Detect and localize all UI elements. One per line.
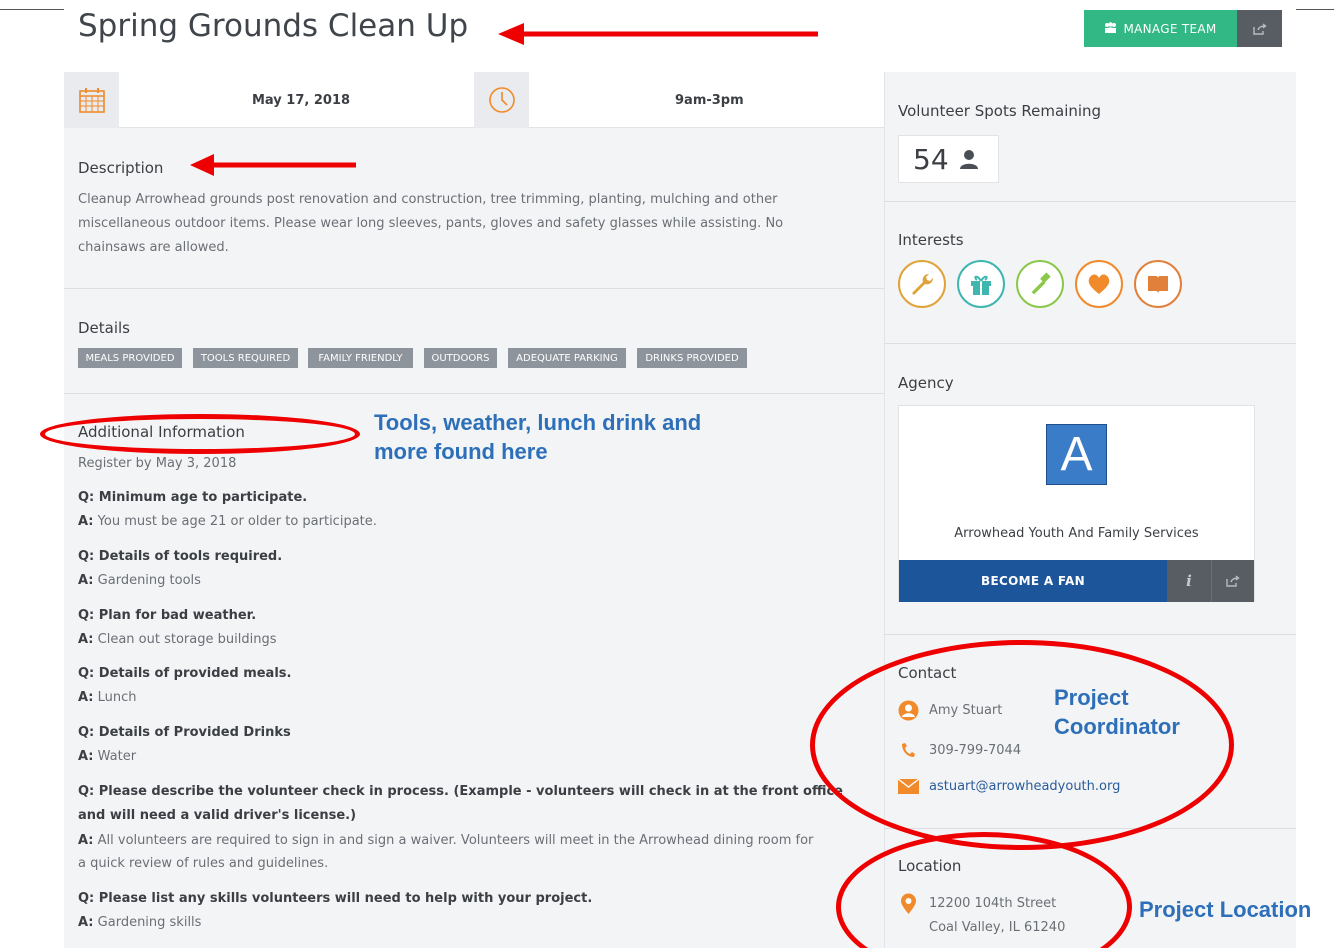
divider [884, 634, 1296, 635]
agency-name[interactable]: Arrowhead Youth And Family Services [899, 526, 1254, 541]
clock-icon [488, 87, 515, 113]
person-icon [959, 150, 978, 169]
qa-question: Q: Please describe the volunteer check i… [78, 784, 843, 799]
qa-question: Q: Minimum age to participate. [78, 490, 308, 505]
agency-heading: Agency [898, 374, 954, 392]
annotation-arrow-description [190, 154, 356, 176]
date-time-row: May 17, 2018 9am-3pm [64, 72, 884, 128]
tag-outdoors: OUTDOORS [424, 348, 497, 368]
event-date: May 17, 2018 [252, 93, 351, 108]
share-icon [1252, 22, 1267, 35]
description-line: chainsaws are allowed. [78, 240, 229, 255]
qa-question-continued: and will need a valid driver's license.) [78, 808, 357, 823]
page-title: Spring Grounds Clean Up [78, 8, 469, 44]
divider [884, 343, 1296, 344]
hammer-icon [1031, 272, 1051, 295]
book-interest[interactable] [1134, 260, 1182, 308]
annotation-note-location: Project Location [1139, 897, 1312, 922]
spots-remaining-box: 54 [898, 135, 999, 183]
qa-answer: A: All volunteers are required to sign i… [78, 833, 814, 848]
tag-family-friendly: FAMILY FRIENDLY [308, 348, 413, 368]
heart-interest[interactable] [1075, 260, 1123, 308]
qa-question: Q: Details of tools required. [78, 549, 283, 564]
qa-question: Q: Details of Provided Drinks [78, 725, 291, 740]
qa-question: Q: Plan for bad weather. [78, 608, 257, 623]
manage-team-button[interactable]: MANAGE TEAM [1084, 10, 1237, 47]
share-icon [1226, 575, 1240, 587]
heart-icon [1088, 274, 1110, 294]
agency-card: A Arrowhead Youth And Family Services BE… [898, 405, 1255, 602]
qa-answer: A: Lunch [78, 690, 137, 705]
divider [884, 201, 1296, 202]
description-line: Cleanup Arrowhead grounds post renovatio… [78, 192, 778, 207]
qa-question: Q: Details of provided meals. [78, 666, 292, 681]
tag-meals-provided: MEALS PROVIDED [78, 348, 182, 368]
wrench-icon [912, 273, 934, 295]
annotation-ellipse-additional-info [40, 414, 360, 454]
become-a-fan-button[interactable]: BECOME A FAN [899, 560, 1167, 602]
qa-question: Q: Please list any skills volunteers wil… [78, 891, 593, 906]
book-icon [1148, 276, 1168, 293]
calendar-icon [78, 88, 105, 113]
description-text: Cleanup Arrowhead grounds post renovatio… [78, 188, 868, 260]
annotation-note-tools: Tools, weather, lunch drink and more fou… [374, 410, 702, 464]
qa-answer: A: Clean out storage buildings [78, 632, 277, 647]
tag-tools-required: TOOLS REQUIRED [193, 348, 298, 368]
annotation-ellipse-contact [810, 640, 1234, 850]
agency-share-button[interactable] [1211, 560, 1254, 602]
hammer-interest[interactable] [1016, 260, 1064, 308]
share-button[interactable] [1237, 10, 1282, 47]
qa-answer: A: You must be age 21 or older to partic… [78, 514, 377, 529]
info-icon: i [1186, 572, 1192, 590]
qa-answer: A: Water [78, 749, 137, 764]
register-by-text: Register by May 3, 2018 [78, 456, 237, 471]
info-button[interactable]: i [1167, 560, 1211, 602]
spots-count: 54 [913, 142, 949, 176]
annotation-note-coordinator: Project Coordinator [1054, 685, 1180, 739]
wrench-interest[interactable] [898, 260, 946, 308]
calendar-icon-box [64, 72, 119, 128]
interests-heading: Interests [898, 231, 964, 249]
annotation-arrow-title [498, 23, 818, 45]
description-heading: Description [78, 159, 164, 177]
event-time: 9am-3pm [675, 93, 744, 108]
gift-interest[interactable] [957, 260, 1005, 308]
team-icon [1104, 21, 1117, 36]
spots-heading: Volunteer Spots Remaining [898, 102, 1102, 120]
description-line: miscellaneous outdoor items. Please wear… [78, 216, 784, 231]
qa-answer: A: Gardening tools [78, 573, 201, 588]
divider [64, 288, 884, 289]
tag-adequate-parking: ADEQUATE PARKING [508, 348, 626, 368]
clock-icon-box [474, 72, 529, 128]
qa-answer-continued: a quick review of rules and guidelines. [78, 856, 329, 871]
agency-logo[interactable]: A [1046, 424, 1107, 485]
tag-drinks-provided: DRINKS PROVIDED [637, 348, 747, 368]
details-heading: Details [78, 319, 131, 337]
qa-answer: A: Gardening skills [78, 915, 202, 930]
divider [64, 393, 884, 394]
gift-icon [971, 275, 991, 295]
manage-team-label: MANAGE TEAM [1123, 21, 1217, 36]
